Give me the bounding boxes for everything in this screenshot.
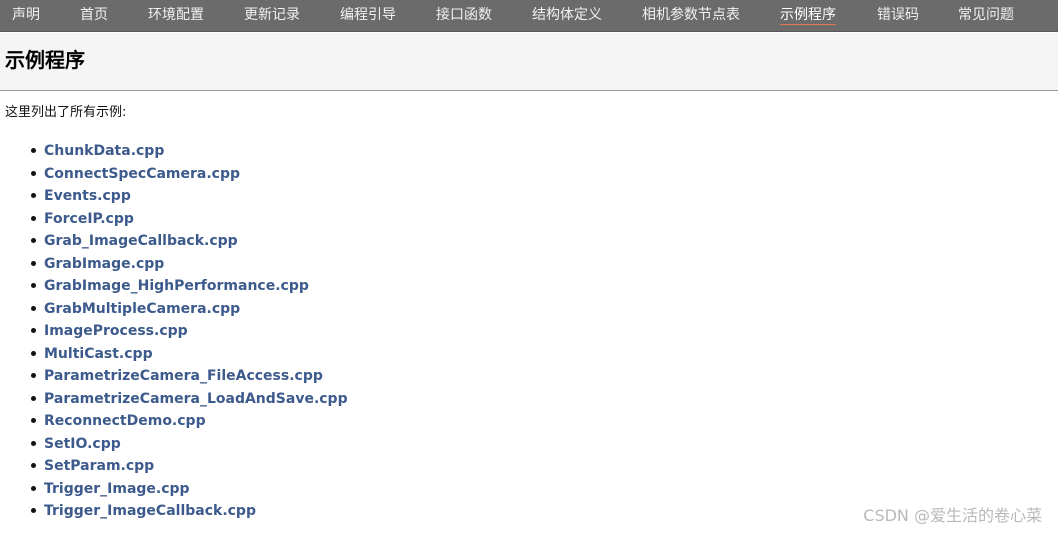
bullet-icon xyxy=(31,170,36,176)
list-item: Events.cpp xyxy=(0,184,348,207)
list-item: GrabImage.cpp xyxy=(0,252,348,275)
bullet-icon xyxy=(31,305,36,311)
bullet-icon xyxy=(31,418,36,423)
example-list: ChunkData.cpp ConnectSpecCamera.cpp Even… xyxy=(0,139,348,522)
example-link[interactable]: SetParam.cpp xyxy=(44,458,154,474)
example-link[interactable]: ImageProcess.cpp xyxy=(44,323,188,339)
example-link[interactable]: SetIO.cpp xyxy=(44,436,121,452)
nav-item-camera-parameters[interactable]: 相机参数节点表 xyxy=(642,0,740,32)
example-link[interactable]: Events.cpp xyxy=(44,188,131,204)
nav-item-statement[interactable]: 声明 xyxy=(12,0,40,32)
example-link[interactable]: GrabMultipleCamera.cpp xyxy=(44,301,240,317)
example-link[interactable]: Grab_ImageCallback.cpp xyxy=(44,233,238,249)
bullet-icon xyxy=(31,395,36,401)
list-item: GrabImage_HighPerformance.cpp xyxy=(0,274,348,297)
nav-item-api-functions[interactable]: 接口函数 xyxy=(436,0,492,32)
example-link[interactable]: GrabImage_HighPerformance.cpp xyxy=(44,278,309,294)
bullet-icon xyxy=(31,328,36,333)
bullet-icon xyxy=(31,463,36,468)
list-item: ImageProcess.cpp xyxy=(0,319,348,342)
page-title: 示例程序 xyxy=(5,48,85,72)
example-link[interactable]: ParametrizeCamera_FileAccess.cpp xyxy=(44,368,323,384)
bullet-icon xyxy=(31,508,36,513)
nav-item-programming-guide[interactable]: 编程引导 xyxy=(340,0,396,32)
intro-text: 这里列出了所有示例: xyxy=(5,105,127,120)
list-item: ChunkData.cpp xyxy=(0,139,348,162)
top-navigation-bar: 声明 首页 环境配置 更新记录 编程引导 接口函数 结构体定义 相机参数节点表 … xyxy=(0,0,1058,32)
bullet-icon xyxy=(31,238,36,243)
example-link[interactable]: ForceIP.cpp xyxy=(44,211,134,227)
list-item: ParametrizeCamera_FileAccess.cpp xyxy=(0,364,348,387)
watermark: CSDN @爱生活的卷心菜 xyxy=(863,506,1042,525)
bullet-icon xyxy=(31,148,36,153)
bullet-icon xyxy=(31,283,36,288)
nav-item-examples[interactable]: 示例程序 xyxy=(780,0,836,32)
nav-item-environment[interactable]: 环境配置 xyxy=(148,0,204,32)
example-link[interactable]: Trigger_Image.cpp xyxy=(44,481,190,497)
list-item: MultiCast.cpp xyxy=(0,342,348,365)
page-title-bar: 示例程序 xyxy=(0,33,1058,91)
example-link[interactable]: ConnectSpecCamera.cpp xyxy=(44,166,240,182)
nav-item-error-codes[interactable]: 错误码 xyxy=(877,0,919,32)
example-link[interactable]: Trigger_ImageCallback.cpp xyxy=(44,503,256,519)
list-item: SetParam.cpp xyxy=(0,454,348,477)
example-link[interactable]: ReconnectDemo.cpp xyxy=(44,413,206,429)
list-item: Grab_ImageCallback.cpp xyxy=(0,229,348,252)
bullet-icon xyxy=(31,440,36,446)
nav-item-changelog[interactable]: 更新记录 xyxy=(244,0,300,32)
list-item: ForceIP.cpp xyxy=(0,207,348,230)
bullet-icon xyxy=(31,260,36,266)
bullet-icon xyxy=(31,373,36,378)
bullet-icon xyxy=(31,215,36,221)
bullet-icon xyxy=(31,485,36,491)
list-item: SetIO.cpp xyxy=(0,432,348,455)
example-link[interactable]: ChunkData.cpp xyxy=(44,143,164,159)
bullet-icon xyxy=(31,193,36,198)
list-item: Trigger_ImageCallback.cpp xyxy=(0,499,348,522)
list-item: GrabMultipleCamera.cpp xyxy=(0,297,348,320)
list-item: ParametrizeCamera_LoadAndSave.cpp xyxy=(0,387,348,410)
example-link[interactable]: ParametrizeCamera_LoadAndSave.cpp xyxy=(44,391,348,407)
nav-item-faq[interactable]: 常见问题 xyxy=(958,0,1014,32)
example-link[interactable]: MultiCast.cpp xyxy=(44,346,153,362)
list-item: ReconnectDemo.cpp xyxy=(0,409,348,432)
nav-item-struct-definitions[interactable]: 结构体定义 xyxy=(532,0,602,32)
nav-item-home[interactable]: 首页 xyxy=(80,0,108,32)
list-item: ConnectSpecCamera.cpp xyxy=(0,162,348,185)
bullet-icon xyxy=(31,350,36,356)
list-item: Trigger_Image.cpp xyxy=(0,477,348,500)
example-link[interactable]: GrabImage.cpp xyxy=(44,256,164,272)
